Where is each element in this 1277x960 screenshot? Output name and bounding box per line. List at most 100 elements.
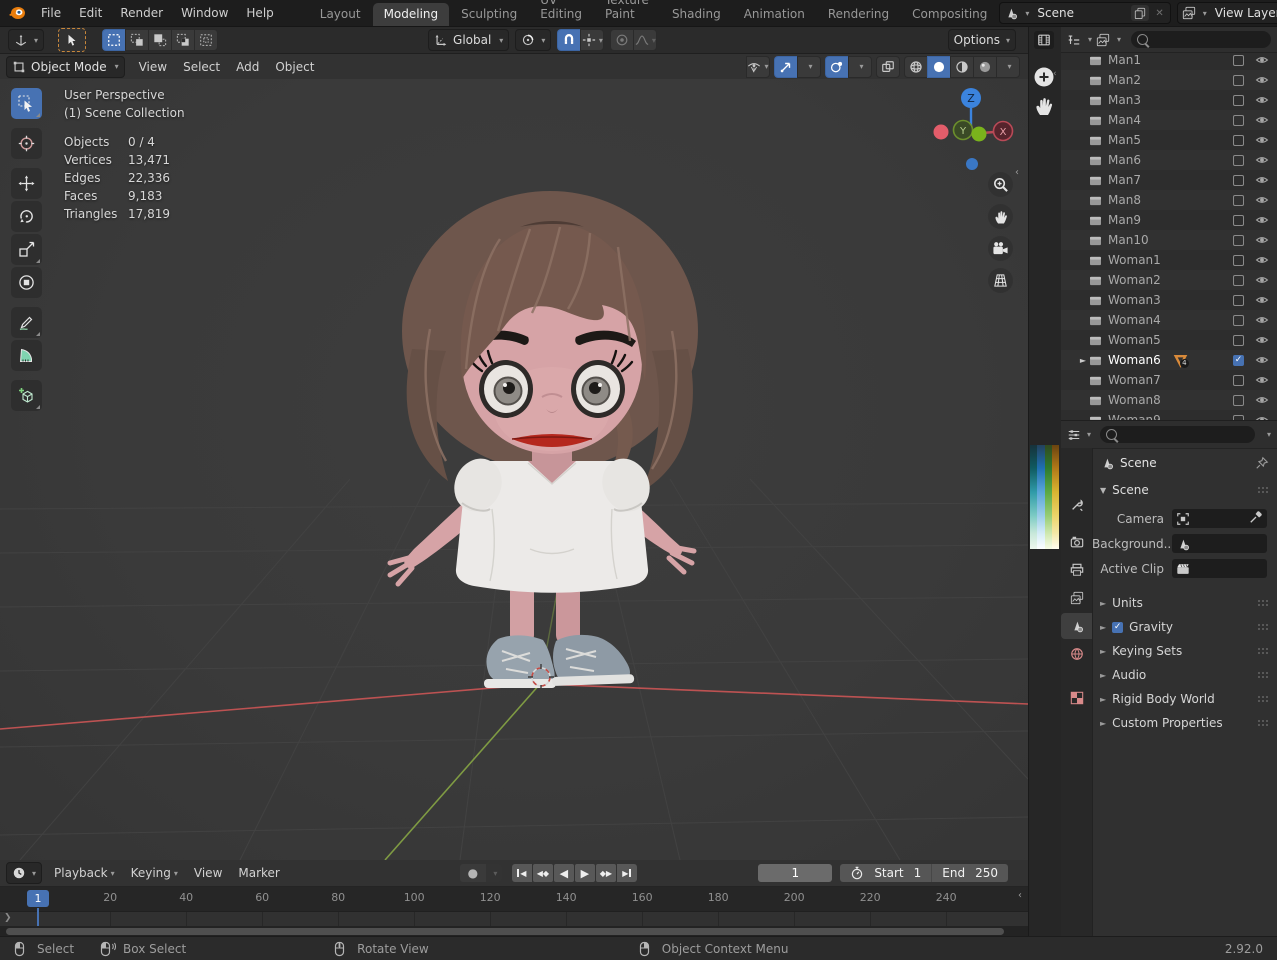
checkbox[interactable] [1233, 175, 1244, 186]
visibility-toggle[interactable] [1255, 355, 1269, 365]
next-keyframe-button[interactable]: ◆▶ [596, 864, 616, 882]
outliner-item-label[interactable]: Woman9 [1108, 413, 1161, 420]
outliner-item-man1[interactable]: Man1 [1061, 53, 1277, 70]
outliner-item-label[interactable]: Man9 [1108, 213, 1141, 227]
tool-move-button[interactable] [11, 168, 42, 199]
outliner-item-man7[interactable]: Man7 [1061, 170, 1277, 190]
scene-selector[interactable]: ▾ Scene ✕ [999, 2, 1170, 24]
visibility-toggle[interactable] [1255, 255, 1269, 265]
outliner-item-label[interactable]: Woman4 [1108, 313, 1161, 327]
previous-keyframe-button[interactable]: ◀◆ [533, 864, 553, 882]
checkbox[interactable] [1233, 75, 1244, 86]
view-layer-selector[interactable]: ▾ View Layer ✕ [1177, 2, 1277, 24]
checkbox[interactable] [1233, 395, 1244, 406]
eye-icon[interactable] [1255, 75, 1269, 85]
viewport-menu-add[interactable]: Add [228, 60, 267, 74]
object-visibility-dropdown[interactable]: ▾ [746, 56, 770, 78]
select-extend-button[interactable] [125, 29, 148, 51]
panel-keying-sets[interactable]: ►Keying Sets [1092, 639, 1277, 663]
options-dropdown[interactable]: Options ▾ [948, 29, 1016, 51]
outliner-item-man9[interactable]: Man9 [1061, 210, 1277, 230]
workspace-tab-animation[interactable]: Animation [733, 3, 816, 26]
eye-icon[interactable] [1255, 215, 1269, 225]
eye-icon[interactable] [1255, 235, 1269, 245]
camera-field[interactable] [1172, 509, 1267, 528]
outliner-item-label[interactable]: Woman1 [1108, 253, 1161, 267]
outliner-item-woman6[interactable]: ►Woman64✓ [1061, 350, 1277, 370]
selectable-checkbox[interactable] [1233, 255, 1244, 266]
xray-toggle-button[interactable] [876, 56, 900, 78]
mode-dropdown[interactable]: Object Mode ▾ [6, 56, 125, 78]
navigation-gizmo[interactable]: Z Y X [928, 84, 1014, 173]
outliner-item-label[interactable]: Woman2 [1108, 273, 1161, 287]
properties-search-input[interactable] [1100, 426, 1255, 443]
eye-icon[interactable] [1255, 295, 1269, 305]
visibility-toggle[interactable] [1255, 115, 1269, 125]
viewport-menu-object[interactable]: Object [267, 60, 322, 74]
outliner-item-woman1[interactable]: Woman1 [1061, 250, 1277, 270]
zoom-button[interactable] [988, 172, 1013, 197]
menu-render[interactable]: Render [111, 0, 172, 26]
eye-icon[interactable] [1255, 375, 1269, 385]
scrollbar-thumb[interactable] [6, 928, 1004, 935]
selectable-checkbox[interactable] [1233, 175, 1244, 186]
overlays-dropdown[interactable]: ▾ [848, 56, 872, 78]
shading-dropdown[interactable]: ▾ [996, 56, 1020, 78]
checkbox[interactable] [1233, 95, 1244, 106]
outliner-item-man8[interactable]: Man8 [1061, 190, 1277, 210]
tool-select-button[interactable] [11, 88, 42, 119]
keying-set-dropdown[interactable]: ▾ [486, 864, 502, 882]
viewport-canvas[interactable]: User Perspective (1) Scene Collection Ob… [0, 79, 1028, 860]
selectable-checkbox[interactable] [1233, 335, 1244, 346]
sidebar-collapse-chevron[interactable]: ‹ [1015, 167, 1019, 178]
outliner-item-woman7[interactable]: Woman7 [1061, 370, 1277, 390]
outliner-item-label[interactable]: Woman3 [1108, 293, 1161, 307]
properties-tab-tool[interactable] [1061, 492, 1092, 518]
timeline-menu-keying[interactable]: Keying▾ [123, 866, 186, 880]
timeline-ruler[interactable]: 204060801001201401601802002202401 [0, 887, 1028, 912]
selectable-checkbox[interactable] [1233, 275, 1244, 286]
timeline-collapse-chevron[interactable]: ‹ [1018, 890, 1022, 901]
properties-tab-view-layer[interactable] [1061, 585, 1092, 611]
outliner-item-woman2[interactable]: Woman2 [1061, 270, 1277, 290]
eye-icon[interactable] [1255, 275, 1269, 285]
timeline-tracks[interactable]: ❯ ‹ [0, 912, 1028, 926]
camera-view-button[interactable] [988, 236, 1013, 261]
outliner-item-label[interactable]: Man10 [1108, 233, 1149, 247]
selectable-checkbox[interactable] [1233, 235, 1244, 246]
tool-cursor-button[interactable] [11, 128, 42, 159]
start-frame-field[interactable]: Start1 [840, 866, 931, 880]
outliner-item-label[interactable]: Man7 [1108, 173, 1141, 187]
outliner-item-label[interactable]: Man6 [1108, 153, 1141, 167]
view-layer-name[interactable]: View Layer [1211, 6, 1277, 20]
properties-tab-scene[interactable] [1061, 613, 1092, 639]
visibility-toggle[interactable] [1255, 295, 1269, 305]
blender-logo-icon[interactable] [8, 5, 26, 21]
outliner-item-label[interactable]: Man5 [1108, 133, 1141, 147]
expand-caret-icon[interactable]: ► [1077, 356, 1089, 365]
editor-type-selector[interactable]: ▾ [8, 29, 44, 51]
tool-scale-button[interactable] [11, 234, 42, 265]
outliner-item-label[interactable]: Woman7 [1108, 373, 1161, 387]
visibility-toggle[interactable] [1255, 175, 1269, 185]
selectable-checkbox[interactable] [1233, 135, 1244, 146]
outliner-item-label[interactable]: Man4 [1108, 113, 1141, 127]
selectable-checkbox[interactable] [1233, 375, 1244, 386]
select-new-button[interactable] [102, 29, 125, 51]
panel-audio[interactable]: ►Audio [1092, 663, 1277, 687]
timeline-editor-type[interactable]: ▾ [6, 862, 42, 884]
pan-hand-icon[interactable] [1033, 95, 1055, 117]
pin-icon[interactable] [1255, 456, 1269, 470]
visibility-toggle[interactable] [1255, 55, 1269, 65]
selectable-checkbox[interactable] [1233, 75, 1244, 86]
checkbox[interactable] [1233, 195, 1244, 206]
workspace-tab-shading[interactable]: Shading [661, 3, 732, 26]
outliner-item-man4[interactable]: Man4 [1061, 110, 1277, 130]
shading-material-button[interactable] [950, 56, 973, 78]
eye-icon[interactable] [1255, 135, 1269, 145]
active-tool-button[interactable] [58, 28, 86, 52]
eye-icon[interactable] [1255, 255, 1269, 265]
checkbox[interactable] [1233, 275, 1244, 286]
outliner-item-woman5[interactable]: Woman5 [1061, 330, 1277, 350]
properties-tab-texture[interactable] [1061, 685, 1092, 711]
